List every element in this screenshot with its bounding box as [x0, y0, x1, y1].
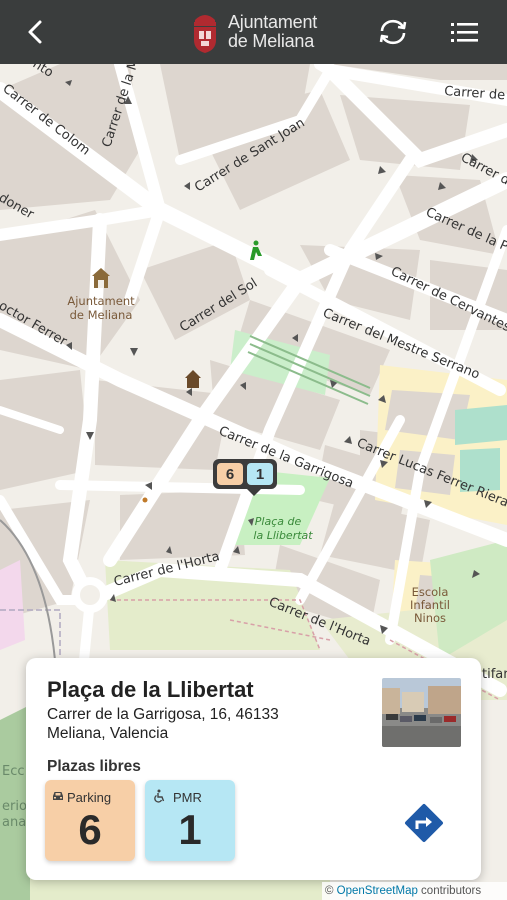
card-title: Plaça de la Llibertat: [47, 677, 254, 702]
marker-parking-count: 6: [217, 463, 243, 485]
park-label: la Llibertat: [253, 529, 313, 542]
free-spots-heading: Plazas libres: [47, 758, 141, 775]
refresh-icon: [379, 19, 407, 45]
parking-map-marker[interactable]: 6 1: [213, 459, 277, 496]
list-menu-icon: [451, 23, 478, 42]
directions-icon: [405, 804, 443, 842]
townhall-label: de Meliana: [70, 308, 133, 322]
pmr-value: 1: [178, 806, 202, 853]
park-label: Plaça de: [255, 515, 302, 528]
coat-of-arms-icon: [194, 15, 216, 53]
back-arrow-icon: [28, 20, 42, 44]
map-edge-label: ana: [2, 815, 26, 830]
address-line-2: Meliana, Valencia: [47, 725, 169, 742]
address-line-1: Carrer de la Garrigosa, 16, 46133: [47, 706, 279, 723]
refresh-button[interactable]: [375, 14, 411, 50]
parking-label: Parking: [67, 790, 112, 805]
list-menu-button[interactable]: [447, 14, 483, 50]
townhall-label: Ajuntament: [67, 294, 135, 308]
marker-pmr-count: 1: [247, 463, 273, 485]
parking-spots-tile[interactable]: Parking 6: [45, 780, 135, 861]
parking-value: 6: [78, 806, 102, 853]
map-attribution: © OpenStreetMap contributors: [322, 882, 507, 900]
back-button[interactable]: [20, 16, 52, 48]
wheelchair-icon: [154, 789, 165, 803]
school-label: Infantil: [410, 598, 450, 612]
attribution-prefix: ©: [325, 885, 337, 897]
school-label: Ninos: [414, 611, 446, 625]
map-edge-label: tifar: [482, 667, 507, 682]
app-header: Ajuntament de Meliana: [0, 0, 507, 64]
attribution-suffix: contributors: [417, 885, 482, 897]
logo-line-2: de Meliana: [228, 31, 315, 51]
map-edge-label: erio: [2, 799, 27, 814]
school-label: Escola: [412, 585, 449, 599]
directions-button[interactable]: [402, 801, 446, 845]
logo-line-1: Ajuntament: [228, 12, 318, 32]
street-photo-image: [382, 678, 461, 747]
municipality-logo: Ajuntament de Meliana: [190, 10, 317, 54]
car-icon: [53, 792, 63, 800]
openstreetmap-link[interactable]: OpenStreetMap: [337, 885, 418, 897]
logo-text: Ajuntament de Meliana: [228, 13, 317, 51]
parking-info-card[interactable]: Plaça de la Llibertat Carrer de la Garri…: [26, 658, 481, 880]
pmr-label: PMR: [173, 790, 202, 805]
point-icon: [142, 497, 148, 503]
location-photo[interactable]: [382, 678, 461, 747]
card-address: Carrer de la Garrigosa, 16, 46133 Melian…: [47, 705, 367, 743]
pmr-spots-tile[interactable]: PMR 1: [145, 780, 235, 861]
map-edge-label: Ecc: [2, 764, 25, 779]
